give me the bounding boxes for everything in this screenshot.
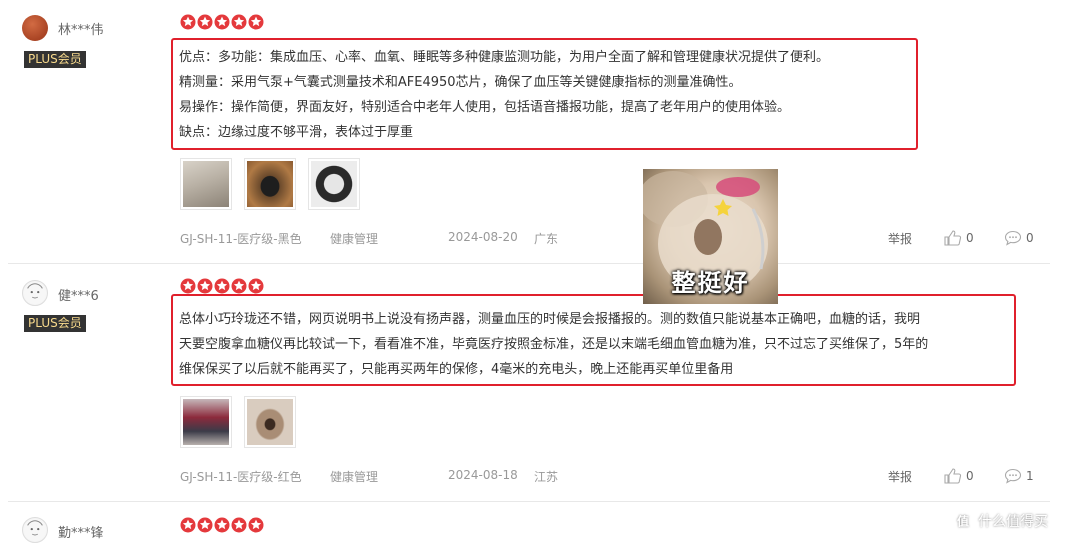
meme-caption: 整挺好 <box>671 269 750 297</box>
like-button[interactable]: 0 <box>944 230 974 246</box>
username[interactable]: 林***伟 <box>58 19 104 38</box>
star-icon <box>180 14 196 30</box>
review-content: 优点：多功能：集成血压、心率、血氧、睡眠等多种健康监测功能，为用户全面了解和管理… <box>171 38 918 150</box>
review-date: 2024-08-20 <box>448 230 518 244</box>
username[interactable]: 健***6 <box>58 285 99 304</box>
product-variant: GJ-SH-11-医疗级-红色 <box>180 470 302 484</box>
comment-icon <box>1004 468 1022 484</box>
comment-icon <box>1004 230 1022 246</box>
review-text-line: 总体小巧玲珑还不错，网页说明书上说没有扬声器，测量血压的时候是会报播报的。测的数… <box>179 312 921 327</box>
star-icon <box>248 14 264 30</box>
review-photos <box>180 396 296 448</box>
review-text-line: 优点：多功能：集成血压、心率、血氧、睡眠等多种健康监测功能，为用户全面了解和管理… <box>179 50 830 65</box>
username[interactable]: 勤***锋 <box>58 522 104 541</box>
star-icon <box>197 278 213 294</box>
star-icon <box>248 517 264 533</box>
watermark-text: 什么值得买 <box>978 514 1048 530</box>
like-count: 0 <box>966 469 974 483</box>
review-location: 广东 <box>534 232 559 246</box>
review-1: 林***伟 PLUS会员 优点：多功能：集成血压、心率、血氧、睡眠等多种健康监测… <box>0 0 1080 262</box>
review-date: 2024-08-18 <box>448 468 518 482</box>
plus-member-badge: PLUS会员 <box>24 315 86 332</box>
comment-count: 0 <box>1026 231 1034 245</box>
zhi-logo-icon: 值 <box>952 510 974 532</box>
comment-button[interactable]: 1 <box>1004 468 1034 484</box>
plus-member-badge: PLUS会员 <box>24 51 86 68</box>
meme-sticker: 整挺好 <box>643 169 778 304</box>
star-icon <box>197 517 213 533</box>
review-location: 江苏 <box>534 470 559 484</box>
comment-button[interactable]: 0 <box>1004 230 1034 246</box>
user-avatar[interactable] <box>22 15 48 41</box>
thumbs-up-icon <box>944 468 962 484</box>
user-avatar[interactable] <box>22 517 48 543</box>
review-photos <box>180 158 360 210</box>
user-avatar[interactable] <box>22 280 48 306</box>
product-category: 健康管理 <box>330 470 379 484</box>
review-text-line: 天要空腹拿血糖仪再比较试一下，看看准不准，毕竟医疗按照金标准，还是以末端毛细血管… <box>179 337 929 352</box>
product-category: 健康管理 <box>330 232 379 246</box>
rating-stars <box>180 278 264 294</box>
review-photo[interactable] <box>244 158 296 210</box>
site-watermark: 值 什么值得买 <box>952 510 1048 532</box>
star-icon <box>214 517 230 533</box>
review-content: 总体小巧玲珑还不错，网页说明书上说没有扬声器，测量血压的时候是会报播报的。测的数… <box>171 294 1016 386</box>
star-icon <box>180 278 196 294</box>
star-icon <box>197 14 213 30</box>
review-text-line: 维保保买了以后就不能再买了，只能再买两年的保修，4毫米的充电头，晚上还能再买单位… <box>179 362 734 377</box>
review-text-line: 缺点：边缘过度不够平滑，表体过于厚重 <box>179 125 414 140</box>
rating-stars <box>180 14 264 30</box>
rating-stars <box>180 517 264 533</box>
review-text-line: 精测量：采用气泵+气囊式测量技术和AFE4950芯片，确保了血压等关键健康指标的… <box>179 75 742 90</box>
star-icon <box>231 278 247 294</box>
review-2: 健***6 PLUS会员 总体小巧玲珑还不错，网页说明书上说没有扬声器，测量血压… <box>0 264 1080 500</box>
review-photo[interactable] <box>180 158 232 210</box>
like-count: 0 <box>966 231 974 245</box>
star-icon <box>231 14 247 30</box>
comment-count: 1 <box>1026 469 1034 483</box>
svg-text:值: 值 <box>957 514 969 529</box>
star-icon <box>248 278 264 294</box>
star-icon <box>231 517 247 533</box>
review-text-line: 易操作：操作简便，界面友好，特别适合中老年人使用，包括语音播报功能，提高了老年用… <box>179 100 791 115</box>
review-3: 勤***锋 <box>0 502 1080 543</box>
thumbs-up-icon <box>944 230 962 246</box>
review-photo[interactable] <box>180 396 232 448</box>
report-link[interactable]: 举报 <box>888 230 912 247</box>
review-photo[interactable] <box>244 396 296 448</box>
star-icon <box>214 278 230 294</box>
report-link[interactable]: 举报 <box>888 468 912 485</box>
review-photo[interactable] <box>308 158 360 210</box>
star-icon <box>214 14 230 30</box>
product-variant: GJ-SH-11-医疗级-黑色 <box>180 232 302 246</box>
like-button[interactable]: 0 <box>944 468 974 484</box>
star-icon <box>180 517 196 533</box>
